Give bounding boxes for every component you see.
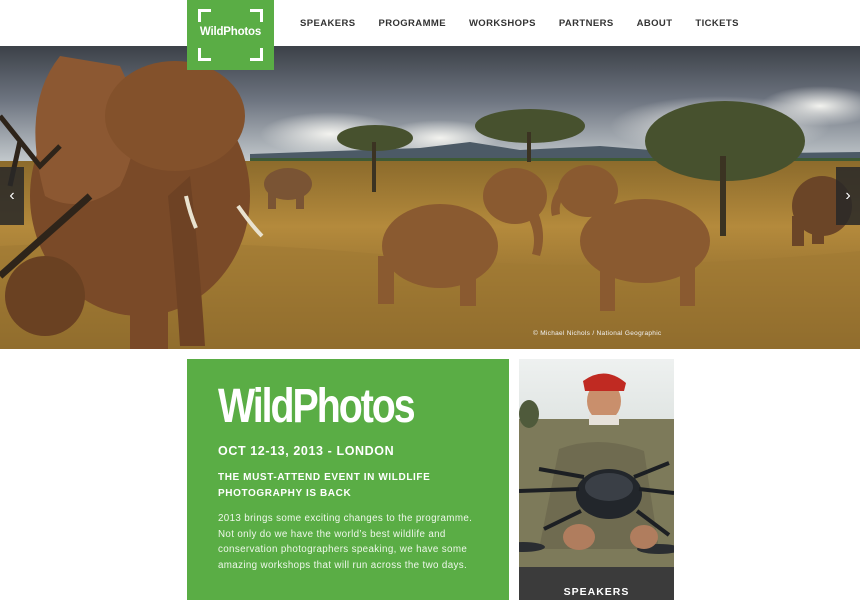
- hero-slider: © Michael Nichols / National Geographic …: [0, 46, 860, 349]
- nav-tickets[interactable]: TICKETS: [695, 18, 738, 29]
- logo-frame-corner: [198, 48, 211, 61]
- event-date: OCT 12-13, 2013 - LONDON: [218, 444, 395, 458]
- event-title: WildPhotos: [218, 380, 416, 433]
- photo-credit: © Michael Nichols / National Geographic: [533, 330, 662, 337]
- nav-programme[interactable]: PROGRAMME: [378, 18, 445, 29]
- nav-speakers[interactable]: SPEAKERS: [300, 18, 355, 29]
- logo-frame-corner: [250, 48, 263, 61]
- logo-frame-corner: [250, 9, 263, 22]
- hero-photo: [0, 46, 860, 349]
- nav-workshops[interactable]: WORKSHOPS: [469, 18, 536, 29]
- event-intro-card: WildPhotos OCT 12-13, 2013 - LONDON THE …: [187, 359, 509, 600]
- nav-partners[interactable]: PARTNERS: [559, 18, 614, 29]
- logo-text: WildPhotos: [199, 26, 262, 38]
- slider-prev-button[interactable]: ‹: [0, 167, 24, 225]
- site-header: SPEAKERS PROGRAMME WORKSHOPS PARTNERS AB…: [0, 0, 860, 46]
- slider-next-button[interactable]: ›: [836, 167, 860, 225]
- site-logo[interactable]: WildPhotos: [187, 0, 274, 70]
- speaker-photo: [519, 359, 674, 600]
- nav-about[interactable]: ABOUT: [637, 18, 673, 29]
- speakers-tile[interactable]: SPEAKERS: [519, 359, 674, 600]
- chevron-left-icon: ‹: [9, 187, 15, 204]
- event-tagline: THE MUST-ATTEND EVENT IN WILDLIFE PHOTOG…: [218, 472, 431, 499]
- main-nav: SPEAKERS PROGRAMME WORKSHOPS PARTNERS AB…: [300, 0, 762, 46]
- chevron-right-icon: ›: [845, 187, 851, 204]
- speakers-label: SPEAKERS: [563, 586, 630, 598]
- logo-frame-corner: [198, 9, 211, 22]
- event-description: 2013 brings some exciting changes to the…: [218, 513, 473, 571]
